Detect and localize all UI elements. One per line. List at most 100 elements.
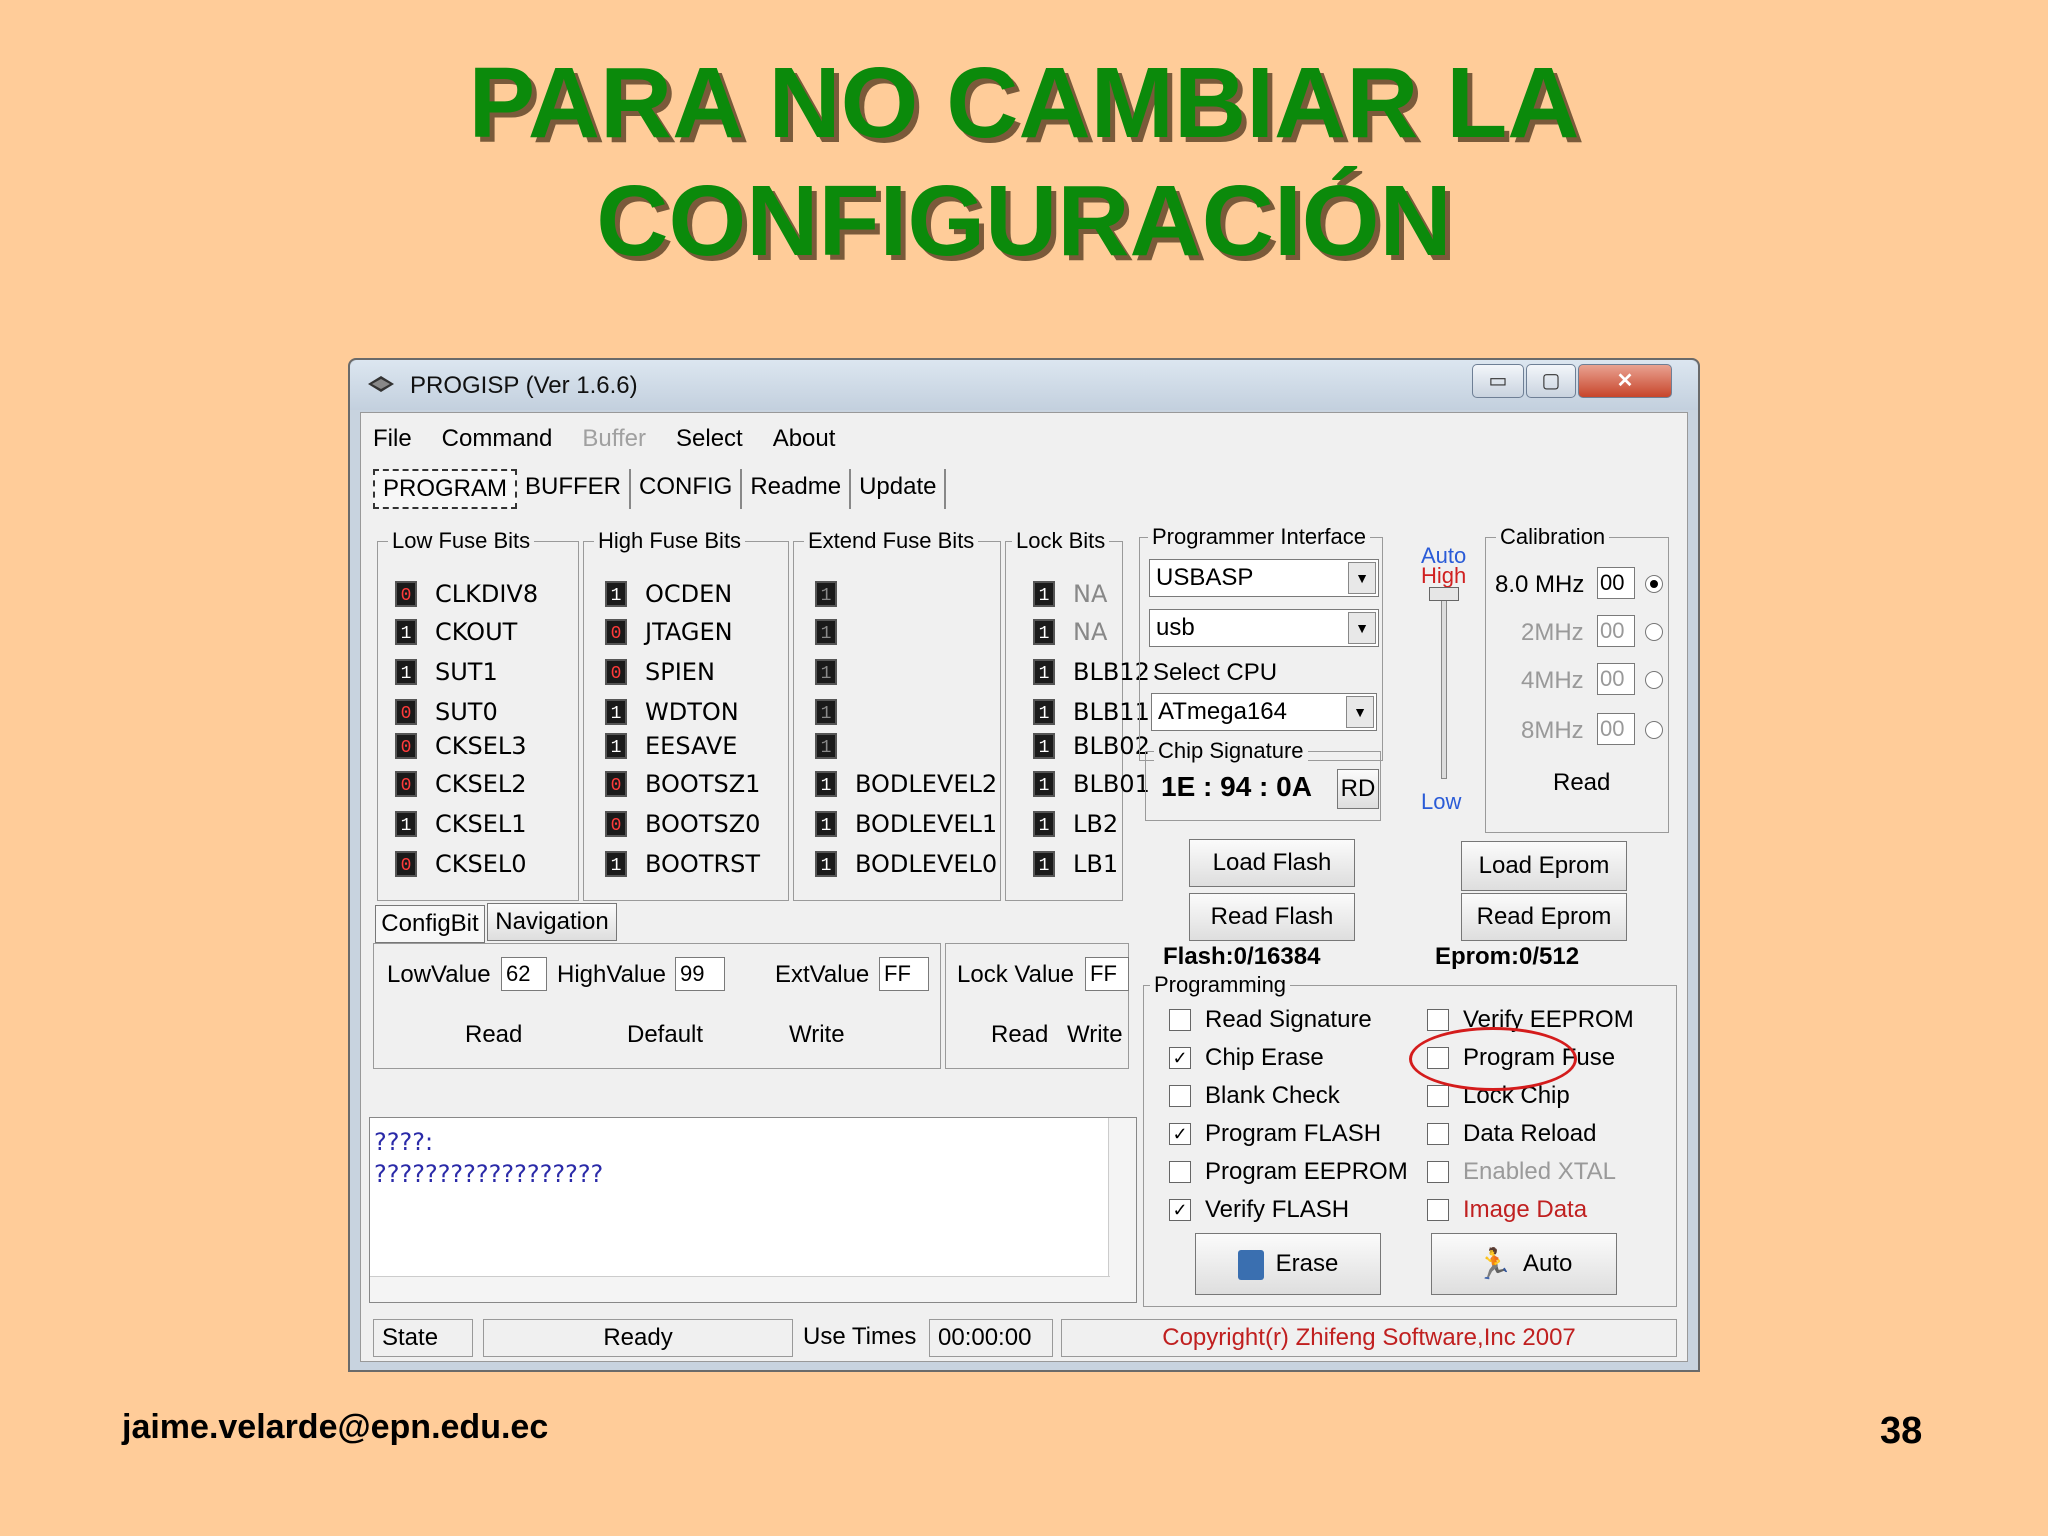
dropdown-arrow-icon[interactable]: ▼: [1348, 562, 1376, 594]
lock-bit[interactable]: 1: [1033, 619, 1055, 645]
write-lock-button[interactable]: Write: [1067, 1021, 1123, 1049]
lock-bit[interactable]: 1: [1033, 581, 1055, 607]
lock-row[interactable]: 1 LB1: [1033, 849, 1118, 879]
calibration-radio[interactable]: [1645, 671, 1663, 689]
maximize-button[interactable]: ▢: [1526, 364, 1576, 398]
tab-config[interactable]: CONFIG: [631, 469, 743, 509]
close-button[interactable]: ✕: [1578, 364, 1672, 398]
fuse-row[interactable]: 1 BODLEVEL1: [815, 809, 997, 839]
erase-button[interactable]: Erase: [1195, 1233, 1381, 1295]
calibration-read-button[interactable]: Read: [1553, 769, 1610, 797]
fuse-row[interactable]: 0 JTAGEN: [605, 617, 733, 647]
dropdown-arrow-icon[interactable]: ▼: [1348, 612, 1376, 644]
fuse-row[interactable]: 0 SUT0: [395, 697, 498, 727]
load-flash-button[interactable]: Load Flash: [1189, 839, 1355, 887]
fuse-bit[interactable]: 1: [815, 581, 837, 607]
fuse-bit[interactable]: 1: [815, 811, 837, 837]
fuse-bit[interactable]: 1: [395, 619, 417, 645]
read-eprom-button[interactable]: Read Eprom: [1461, 893, 1627, 941]
lock-bit[interactable]: 1: [1033, 771, 1055, 797]
speed-slider-track[interactable]: [1441, 589, 1447, 779]
fuse-bit[interactable]: 0: [395, 581, 417, 607]
fuse-bit[interactable]: 1: [815, 851, 837, 877]
calibration-radio[interactable]: [1645, 623, 1663, 641]
tab-readme[interactable]: Readme: [742, 469, 852, 509]
high-value-field[interactable]: 99: [675, 957, 725, 991]
lock-row[interactable]: 1 NA: [1033, 617, 1107, 647]
auto-button[interactable]: 🏃 Auto: [1431, 1233, 1617, 1295]
lock-row[interactable]: 1 BLB02: [1033, 731, 1150, 761]
lock-bit[interactable]: 1: [1033, 811, 1055, 837]
fuse-row[interactable]: 0 BOOTSZ1: [605, 769, 760, 799]
checkbox-data-reload[interactable]: Data Reload: [1427, 1119, 1596, 1149]
checkbox-box[interactable]: [1427, 1085, 1449, 1107]
fuse-row[interactable]: 1 WDTON: [605, 697, 739, 727]
fuse-bit[interactable]: 0: [395, 851, 417, 877]
read-lock-button[interactable]: Read: [991, 1021, 1048, 1049]
fuse-bit[interactable]: 1: [815, 659, 837, 685]
fuse-bit[interactable]: 0: [395, 771, 417, 797]
fuse-bit[interactable]: 1: [815, 619, 837, 645]
checkbox-box[interactable]: [1427, 1161, 1449, 1183]
calibration-radio[interactable]: [1645, 721, 1663, 739]
calibration-value[interactable]: 00: [1597, 663, 1635, 695]
fuse-bit[interactable]: 0: [395, 699, 417, 725]
fuse-bit[interactable]: 0: [605, 771, 627, 797]
menu-about[interactable]: About: [773, 425, 836, 459]
lock-row[interactable]: 1 NA: [1033, 579, 1107, 609]
lock-value-field[interactable]: FF: [1085, 957, 1129, 991]
fuse-row[interactable]: 0 SPIEN: [605, 657, 715, 687]
title-bar[interactable]: PROGISP (Ver 1.6.6) ▭ ▢ ✕: [350, 360, 1698, 410]
fuse-bit[interactable]: 1: [605, 581, 627, 607]
fuse-row[interactable]: 1 BOOTRST: [605, 849, 760, 879]
tab-program[interactable]: PROGRAM: [373, 469, 518, 509]
speed-slider-thumb[interactable]: [1429, 587, 1459, 601]
checkbox-enabled-xtal[interactable]: Enabled XTAL: [1427, 1157, 1616, 1187]
fuse-bit[interactable]: 0: [605, 811, 627, 837]
fuse-bit[interactable]: 1: [395, 811, 417, 837]
menu-file[interactable]: File: [373, 425, 412, 459]
fuse-bit[interactable]: 1: [395, 659, 417, 685]
fuse-row[interactable]: 1 OCDEN: [605, 579, 732, 609]
checkbox-image-data[interactable]: Image Data: [1427, 1195, 1587, 1225]
menu-command[interactable]: Command: [442, 425, 553, 459]
load-eprom-button[interactable]: Load Eprom: [1461, 841, 1627, 891]
log-output[interactable]: ????: ??????????????????: [369, 1117, 1137, 1303]
fuse-row[interactable]: 1 EESAVE: [605, 731, 737, 761]
lock-bit[interactable]: 1: [1033, 699, 1055, 725]
write-fuse-button[interactable]: Write: [789, 1021, 845, 1049]
lock-row[interactable]: 1 LB2: [1033, 809, 1118, 839]
lock-bit[interactable]: 1: [1033, 851, 1055, 877]
fuse-bit[interactable]: 1: [815, 733, 837, 759]
fuse-row[interactable]: 1 BODLEVEL2: [815, 769, 997, 799]
fuse-row[interactable]: 0 CLKDIV8: [395, 579, 538, 609]
interface-select[interactable]: USBASP ▼: [1149, 559, 1379, 597]
calibration-value[interactable]: 00: [1597, 713, 1635, 745]
menu-select[interactable]: Select: [676, 425, 743, 459]
checkbox-box[interactable]: [1427, 1009, 1449, 1031]
lock-row[interactable]: 1 BLB01: [1033, 769, 1150, 799]
fuse-row[interactable]: 1: [815, 731, 855, 761]
fuse-bit[interactable]: 1: [815, 699, 837, 725]
dropdown-arrow-icon[interactable]: ▼: [1346, 696, 1374, 728]
fuse-bit[interactable]: 1: [605, 851, 627, 877]
checkbox-program-flash[interactable]: ✓ Program FLASH: [1169, 1119, 1381, 1149]
checkbox-chip-erase[interactable]: ✓ Chip Erase: [1169, 1043, 1324, 1073]
read-flash-button[interactable]: Read Flash: [1189, 893, 1355, 941]
fuse-bit[interactable]: 1: [605, 733, 627, 759]
fuse-row[interactable]: 0 CKSEL2: [395, 769, 527, 799]
calibration-value[interactable]: 00: [1597, 615, 1635, 647]
checkbox-box[interactable]: [1427, 1199, 1449, 1221]
fuse-row[interactable]: 0 CKSEL3: [395, 731, 527, 761]
fuse-row[interactable]: 1 CKOUT: [395, 617, 517, 647]
tab-configbit[interactable]: ConfigBit: [375, 905, 485, 943]
checkbox-box[interactable]: [1427, 1123, 1449, 1145]
checkbox-box[interactable]: [1169, 1009, 1191, 1031]
checkbox-box[interactable]: ✓: [1169, 1123, 1191, 1145]
checkbox-read-signature[interactable]: Read Signature: [1169, 1005, 1372, 1035]
fuse-row[interactable]: 1: [815, 617, 855, 647]
lock-row[interactable]: 1 BLB11: [1033, 697, 1150, 727]
calibration-radio[interactable]: [1645, 575, 1663, 593]
cpu-select[interactable]: ATmega164 ▼: [1151, 693, 1377, 731]
read-fuse-button[interactable]: Read: [465, 1021, 522, 1049]
